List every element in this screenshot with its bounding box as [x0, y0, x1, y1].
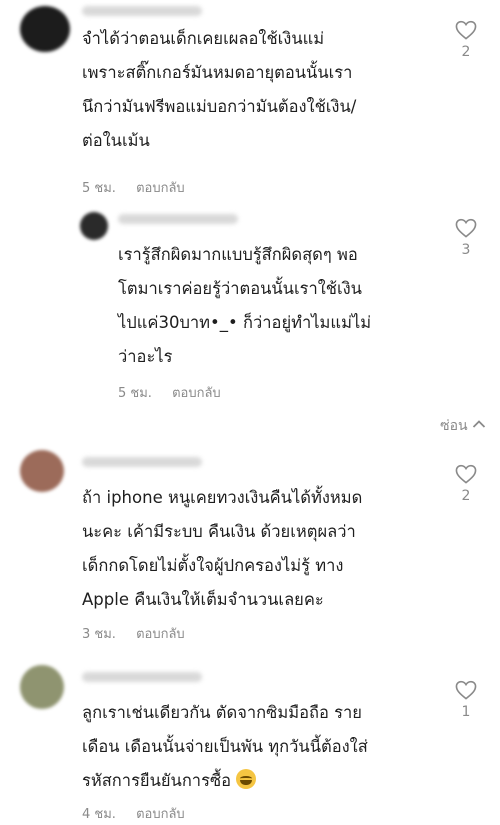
- heart-icon[interactable]: [455, 20, 477, 40]
- comment-line: เพราะสติ๊กเกอร์มันหมดอายุตอนนั้นเรา: [82, 63, 353, 82]
- heart-icon[interactable]: [455, 464, 477, 484]
- chevron-up-icon: [472, 420, 486, 428]
- like-control[interactable]: 3: [453, 218, 479, 258]
- comment-line: ลูกเราเช่นเดียวกัน ตัดจากซิมมือถือ ราย: [82, 703, 362, 722]
- comment-line: ว่าอะไร: [118, 347, 173, 366]
- comment-text: ลูกเราเช่นเดียวกัน ตัดจากซิมมือถือ ราย เ…: [82, 696, 368, 798]
- comment-line: นึกว่ามันฟรีพอแม่บอกว่ามันต้องใช้เงิน/: [82, 97, 357, 116]
- timestamp: 4 ชม.: [82, 807, 116, 822]
- comment-text: จำได้ว่าตอนเด็กเคยเผลอใช้เงินแม่ เพราะสต…: [82, 22, 356, 158]
- comment-line: เดือน เดือนนั้นจ่ายเป็นพัน ทุกวันนี้ต้อง…: [82, 737, 368, 756]
- avatar[interactable]: [20, 665, 64, 709]
- like-count: 3: [461, 242, 471, 258]
- avatar[interactable]: [80, 212, 108, 240]
- comment-meta: 4 ชม. ตอบกลับ: [82, 803, 185, 824]
- comment-line: Apple คืนเงินให้เต็มจำนวนเลยคะ: [82, 590, 324, 609]
- reply-button[interactable]: ตอบกลับ: [136, 807, 185, 822]
- comment-line: เด็กกดโดยไม่ตั้งใจผู้ปกครองไม่รู้ ทาง: [82, 556, 344, 575]
- like-count: 2: [461, 488, 471, 504]
- grinning-sweat-emoji: [236, 769, 257, 789]
- like-control[interactable]: 2: [453, 20, 479, 60]
- heart-icon[interactable]: [455, 218, 477, 238]
- avatar[interactable]: [20, 6, 70, 52]
- username[interactable]: [82, 6, 202, 16]
- comment-line: ถ้า iphone หนูเคยทวงเงินคืนได้ทั้งหมด: [82, 488, 363, 507]
- timestamp: 3 ชม.: [82, 627, 116, 642]
- comment-meta: 5 ชม. ตอบกลับ: [82, 177, 185, 198]
- username[interactable]: [118, 214, 238, 224]
- comment-text: เรารู้สึกผิดมากแบบรู้สึกผิดสุดๆ พอ โตมาเ…: [118, 238, 371, 374]
- reply-button[interactable]: ตอบกลับ: [172, 386, 221, 401]
- timestamp: 5 ชม.: [82, 181, 116, 196]
- comment-line: จำได้ว่าตอนเด็กเคยเผลอใช้เงินแม่: [82, 29, 325, 48]
- username[interactable]: [82, 457, 202, 467]
- like-count: 2: [461, 44, 471, 60]
- comment-line: เรารู้สึกผิดมากแบบรู้สึกผิดสุดๆ พอ: [118, 245, 358, 264]
- comment-line: ไปแค่30บาท•_• ก็ว่าอยู่ทำไมแม่ไม่: [118, 313, 372, 332]
- comment-line: นะคะ เค้ามีระบบ คืนเงิน ด้วยเหตุผลว่า: [82, 522, 356, 541]
- comment-meta: 5 ชม. ตอบกลับ: [118, 382, 221, 403]
- like-count: 1: [461, 704, 471, 720]
- comment-line: ต่อในเม้น: [82, 131, 150, 150]
- comment-line: รหัสการยืนยันการซื้อ: [82, 764, 368, 798]
- reply-button[interactable]: ตอบกลับ: [136, 181, 185, 196]
- avatar[interactable]: [20, 450, 64, 492]
- like-control[interactable]: 1: [453, 680, 479, 720]
- comment-line-text: รหัสการยืนยันการซื้อ: [82, 771, 232, 790]
- username[interactable]: [82, 672, 202, 682]
- comment-line: โตมาเราค่อยรู้ว่าตอนนั้นเราใช้เงิน: [118, 279, 362, 298]
- hide-replies-label: ซ่อน: [440, 418, 468, 434]
- heart-icon[interactable]: [455, 680, 477, 700]
- comment-text: ถ้า iphone หนูเคยทวงเงินคืนได้ทั้งหมด นะ…: [82, 481, 362, 617]
- reply-button[interactable]: ตอบกลับ: [136, 627, 185, 642]
- like-control[interactable]: 2: [453, 464, 479, 504]
- comment-meta: 3 ชม. ตอบกลับ: [82, 623, 185, 644]
- timestamp: 5 ชม.: [118, 386, 152, 401]
- hide-replies-button[interactable]: ซ่อน: [440, 415, 486, 437]
